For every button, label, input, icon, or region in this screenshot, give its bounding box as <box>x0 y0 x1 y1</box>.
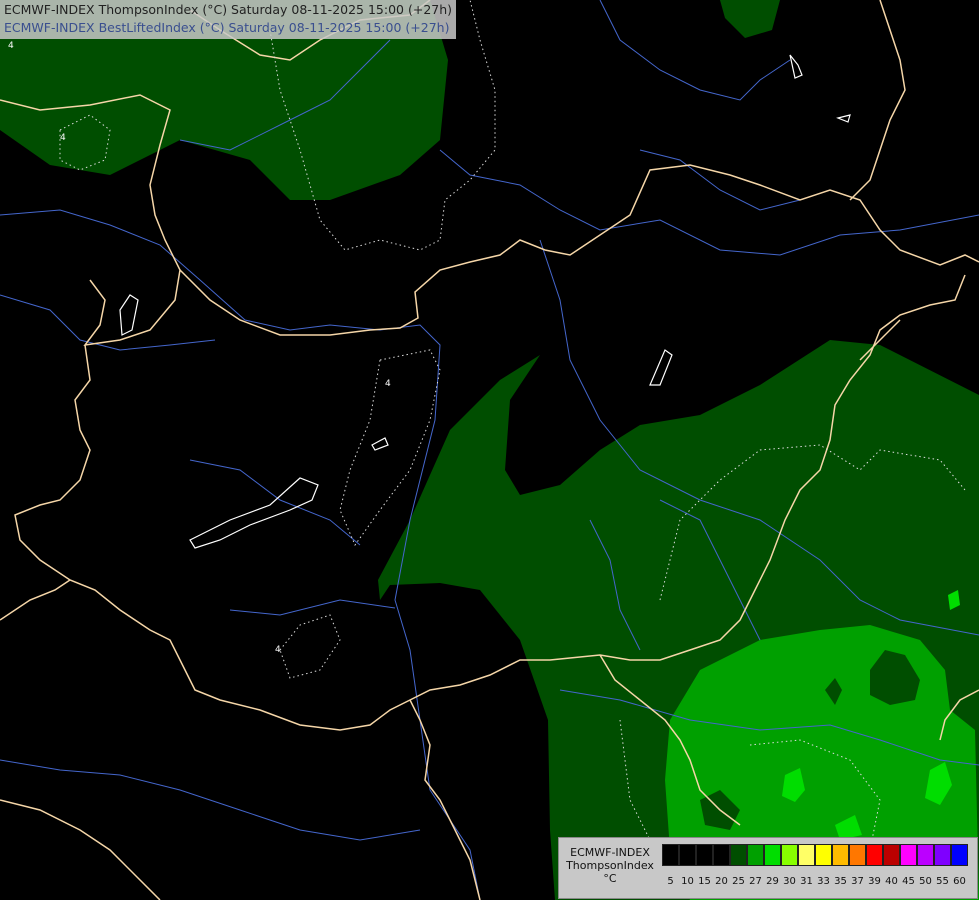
legend-swatch <box>713 844 730 866</box>
legend-tick-label: 60 <box>953 876 966 887</box>
legend-swatch <box>917 844 934 866</box>
legend-model: ECMWF-INDEX <box>570 846 650 859</box>
legend-tick-label: 37 <box>851 876 864 887</box>
legend-swatch <box>866 844 883 866</box>
legend-tick-label: 33 <box>817 876 830 887</box>
contour-label: 4 <box>8 41 14 51</box>
legend-tick-label: 45 <box>902 876 915 887</box>
weather-map: 4 4 4 4 <box>0 0 979 900</box>
legend-tick-label: 25 <box>732 876 745 887</box>
legend-parameter: ThompsonIndex <box>566 859 654 872</box>
legend-tick-label: 20 <box>715 876 728 887</box>
legend-swatch <box>679 844 696 866</box>
title-best-lifted-index: ECMWF-INDEX BestLiftedIndex (°C) Saturda… <box>4 20 450 35</box>
color-legend: ECMWF-INDEX ThompsonIndex °C 5 10 15 20 25 27… <box>558 837 978 899</box>
legend-swatch <box>883 844 900 866</box>
legend-swatch <box>747 844 764 866</box>
legend-swatch <box>900 844 917 866</box>
contour-label: 4 <box>385 379 391 389</box>
legend-swatch <box>832 844 849 866</box>
legend-swatch <box>764 844 781 866</box>
legend-unit: °C <box>603 872 617 885</box>
legend-tick-label: 40 <box>885 876 898 887</box>
title-thompson-index: ECMWF-INDEX ThompsonIndex (°C) Saturday … <box>4 2 453 17</box>
legend-swatch <box>662 844 679 866</box>
legend-tick-label: 39 <box>868 876 881 887</box>
map-title-box: ECMWF-INDEX ThompsonIndex (°C) Saturday … <box>0 0 457 39</box>
contour-label: 4 <box>60 133 66 143</box>
legend-swatch <box>781 844 798 866</box>
legend-swatch <box>696 844 713 866</box>
legend-tick-label: 50 <box>919 876 932 887</box>
legend-swatch <box>815 844 832 866</box>
legend-swatch <box>798 844 815 866</box>
legend-swatch <box>730 844 747 866</box>
legend-tick-label: 27 <box>749 876 762 887</box>
legend-tick-label: 29 <box>766 876 779 887</box>
legend-tick-label: 10 <box>681 876 694 887</box>
legend-swatch <box>934 844 951 866</box>
legend-tick-label: 31 <box>800 876 813 887</box>
legend-tick-label: 55 <box>936 876 949 887</box>
legend-tick-label: 15 <box>698 876 711 887</box>
legend-swatch <box>951 844 968 866</box>
legend-title: ECMWF-INDEX ThompsonIndex °C <box>561 846 659 885</box>
legend-tick-label: 5 <box>667 876 674 887</box>
contour-label: 4 <box>275 645 281 655</box>
legend-swatch <box>849 844 866 866</box>
legend-tick-label: 35 <box>834 876 847 887</box>
legend-tick-label: 30 <box>783 876 796 887</box>
